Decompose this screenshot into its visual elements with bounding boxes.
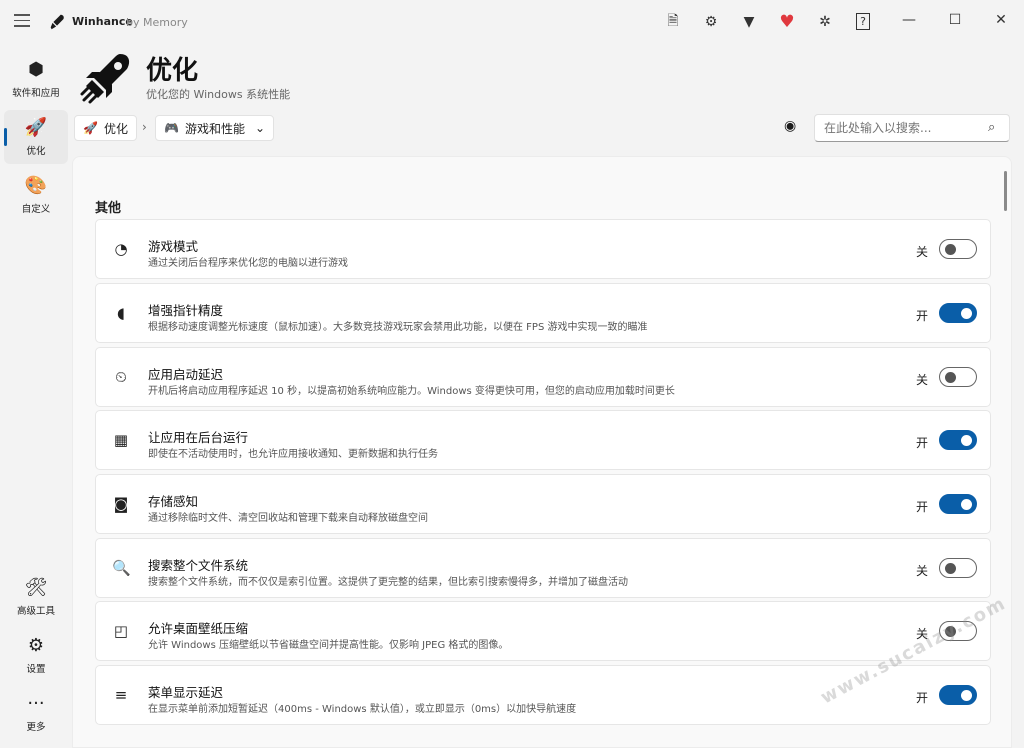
sidebar-item-software-apps[interactable]: ⬢ 软件和应用 bbox=[4, 52, 68, 106]
import-config-icon[interactable]: 🗎 bbox=[660, 10, 686, 34]
toggle-state-label: 关 bbox=[916, 564, 929, 578]
more-icon: ··· bbox=[27, 693, 45, 714]
setting-title: 存储感知 bbox=[148, 494, 199, 509]
chevron-right-icon: › bbox=[142, 120, 147, 134]
toggle-switch[interactable] bbox=[939, 494, 977, 514]
setting-title: 游戏模式 bbox=[148, 239, 199, 254]
sidebar-item-label: 优化 bbox=[26, 146, 46, 157]
setting-card-background-apps[interactable]: ▦ 让应用在后台运行 即使在不活动使用时，也允许应用接收通知、更新数据和执行任务… bbox=[95, 410, 991, 470]
folder-search-icon: 🔍 bbox=[112, 559, 131, 577]
menu-delay-icon: ≡ bbox=[114, 686, 128, 704]
app-author: by Memory bbox=[126, 16, 188, 29]
setting-description: 搜索整个文件系统，而不仅仅是索引位置。这提供了更完整的结果，但比索引搜索慢得多，… bbox=[148, 577, 628, 588]
box-icon: ⬢ bbox=[28, 59, 44, 80]
gamepad-icon: 🎮 bbox=[164, 121, 179, 135]
hamburger-menu-icon[interactable] bbox=[14, 14, 30, 28]
apps-grid-icon: ▦ bbox=[113, 431, 129, 449]
window-controls: — ☐ ✕ bbox=[886, 0, 1024, 40]
setting-title: 菜单显示延迟 bbox=[148, 685, 224, 700]
setting-title: 应用启动延迟 bbox=[148, 367, 224, 382]
title-bar: Winhance by Memory 🗎 ⚙ ▼ ♥ ✲ ? — ☐ ✕ bbox=[0, 0, 1024, 44]
sidebar-item-label: 设置 bbox=[26, 664, 46, 675]
toggle-switch[interactable] bbox=[939, 685, 977, 705]
setting-description: 通过移除临时文件、清空回收站和管理下载来自动释放磁盘空间 bbox=[148, 513, 428, 524]
minimize-button[interactable]: — bbox=[886, 0, 932, 40]
sidebar-item-customize[interactable]: 🎨 自定义 bbox=[4, 168, 68, 222]
toggle-switch[interactable] bbox=[939, 430, 977, 450]
maximize-button[interactable]: ☐ bbox=[932, 0, 978, 40]
settings-panel: 其他 ◔ 游戏模式 通过关闭后台程序来优化您的电脑以进行游戏 关 ◖ 增强指针精… bbox=[72, 156, 1012, 748]
setting-card-search-filesystem[interactable]: 🔍 搜索整个文件系统 搜索整个文件系统，而不仅仅是索引位置。这提供了更完整的结果… bbox=[95, 538, 991, 598]
palette-icon: 🎨 bbox=[24, 175, 48, 196]
tools-icon: 🛠 bbox=[24, 577, 48, 598]
setting-description: 开机后将启动应用程序延迟 10 秒，以提高初始系统响应能力。Windows 变得… bbox=[148, 386, 675, 397]
close-button[interactable]: ✕ bbox=[978, 0, 1024, 40]
setting-title: 允许桌面壁纸压缩 bbox=[148, 621, 249, 636]
breadcrumb-current-label: 游戏和性能 bbox=[184, 121, 245, 136]
export-config-icon[interactable]: ⚙ bbox=[698, 10, 724, 34]
search-input[interactable] bbox=[814, 114, 1010, 142]
rocket-icon bbox=[80, 54, 130, 104]
search-icon[interactable]: ⌕ bbox=[988, 120, 995, 135]
setting-card-game-mode[interactable]: ◔ 游戏模式 通过关闭后台程序来优化您的电脑以进行游戏 关 bbox=[95, 219, 991, 279]
rocket-icon: 🚀 bbox=[83, 121, 98, 135]
timer-icon: ⏲ bbox=[115, 368, 127, 386]
rocket-icon: 🚀 bbox=[24, 117, 48, 138]
hide-eye-icon[interactable]: ◉ bbox=[784, 118, 804, 138]
toggle-switch[interactable] bbox=[939, 303, 977, 323]
setting-title: 让应用在后台运行 bbox=[148, 430, 249, 445]
mouse-icon: ◖ bbox=[117, 304, 125, 322]
disk-icon: ◙ bbox=[113, 495, 129, 513]
image-compress-icon: ◰ bbox=[113, 622, 129, 640]
setting-card-pointer-precision[interactable]: ◖ 增强指针精度 根据移动速度调整光标速度（鼠标加速）。大多数竞技游戏玩家会禁用… bbox=[95, 283, 991, 343]
setting-description: 允许 Windows 压缩壁纸以节省磁盘空间并提高性能。仅影响 JPEG 格式的… bbox=[148, 640, 509, 651]
app-logo-icon bbox=[50, 14, 64, 30]
chevron-down-icon: ⌄ bbox=[254, 121, 266, 135]
help-icon[interactable]: ? bbox=[856, 13, 870, 30]
breadcrumb-root-label: 优化 bbox=[103, 121, 128, 136]
sidebar-item-optimize[interactable]: 🚀 优化 bbox=[4, 110, 68, 164]
toggle-state-label: 关 bbox=[916, 245, 929, 259]
setting-title: 搜索整个文件系统 bbox=[148, 558, 249, 573]
setting-card-startup-delay[interactable]: ⏲ 应用启动延迟 开机后将启动应用程序延迟 10 秒，以提高初始系统响应能力。W… bbox=[95, 347, 991, 407]
sidebar: ⬢ 软件和应用 🚀 优化 🎨 自定义 🛠 高级工具 ⚙ 设置 ··· 更多 bbox=[0, 48, 72, 748]
setting-description: 即使在不活动使用时，也允许应用接收通知、更新数据和执行任务 bbox=[148, 449, 438, 460]
sidebar-item-more[interactable]: ··· 更多 bbox=[4, 686, 68, 740]
gauge-icon: ◔ bbox=[114, 240, 128, 258]
toolbar-icons: 🗎 ⚙ ▼ ♥ ✲ ? bbox=[660, 10, 876, 34]
toggle-state-label: 关 bbox=[916, 373, 929, 387]
setting-card-wallpaper-compression[interactable]: ◰ 允许桌面壁纸压缩 允许 Windows 压缩壁纸以节省磁盘空间并提高性能。仅… bbox=[95, 601, 991, 661]
filter-icon[interactable]: ▼ bbox=[736, 10, 762, 34]
setting-description: 通过关闭后台程序来优化您的电脑以进行游戏 bbox=[148, 258, 348, 269]
page-subtitle: 优化您的 Windows 系统性能 bbox=[146, 88, 291, 101]
gear-icon: ⚙ bbox=[27, 635, 45, 656]
section-title: 其他 bbox=[95, 201, 122, 216]
setting-description: 在显示菜单前添加短暂延迟（400ms - Windows 默认值），或立即显示（… bbox=[148, 704, 577, 715]
toggle-state-label: 开 bbox=[916, 500, 929, 514]
app-title: Winhance bbox=[72, 15, 133, 28]
toggle-switch[interactable] bbox=[939, 367, 977, 387]
bug-report-icon[interactable]: ✲ bbox=[812, 10, 838, 34]
sidebar-item-advanced-tools[interactable]: 🛠 高级工具 bbox=[4, 570, 68, 624]
sidebar-item-label: 高级工具 bbox=[16, 606, 55, 617]
sidebar-item-settings[interactable]: ⚙ 设置 bbox=[4, 628, 68, 682]
toggle-state-label: 开 bbox=[916, 691, 929, 705]
setting-description: 根据移动速度调整光标速度（鼠标加速）。大多数竞技游戏玩家会禁用此功能，以便在 F… bbox=[148, 322, 648, 333]
sidebar-item-label: 软件和应用 bbox=[12, 88, 60, 99]
breadcrumb-category-dropdown[interactable]: 🎮 游戏和性能 ⌄ bbox=[155, 115, 275, 141]
toggle-switch[interactable] bbox=[939, 239, 977, 259]
page-title: 优化 bbox=[146, 56, 199, 86]
toggle-state-label: 开 bbox=[916, 436, 929, 450]
toggle-state-label: 开 bbox=[916, 309, 929, 323]
setting-card-storage-sense[interactable]: ◙ 存储感知 通过移除临时文件、清空回收站和管理下载来自动释放磁盘空间 开 bbox=[95, 474, 991, 534]
toggle-switch[interactable] bbox=[939, 558, 977, 578]
donate-heart-icon[interactable]: ♥ bbox=[774, 10, 800, 34]
scrollbar[interactable] bbox=[1004, 171, 1007, 211]
sidebar-item-label: 更多 bbox=[26, 722, 46, 733]
setting-title: 增强指针精度 bbox=[148, 303, 224, 318]
breadcrumb-root[interactable]: 🚀 优化 bbox=[74, 115, 137, 141]
sidebar-item-label: 自定义 bbox=[21, 204, 51, 215]
